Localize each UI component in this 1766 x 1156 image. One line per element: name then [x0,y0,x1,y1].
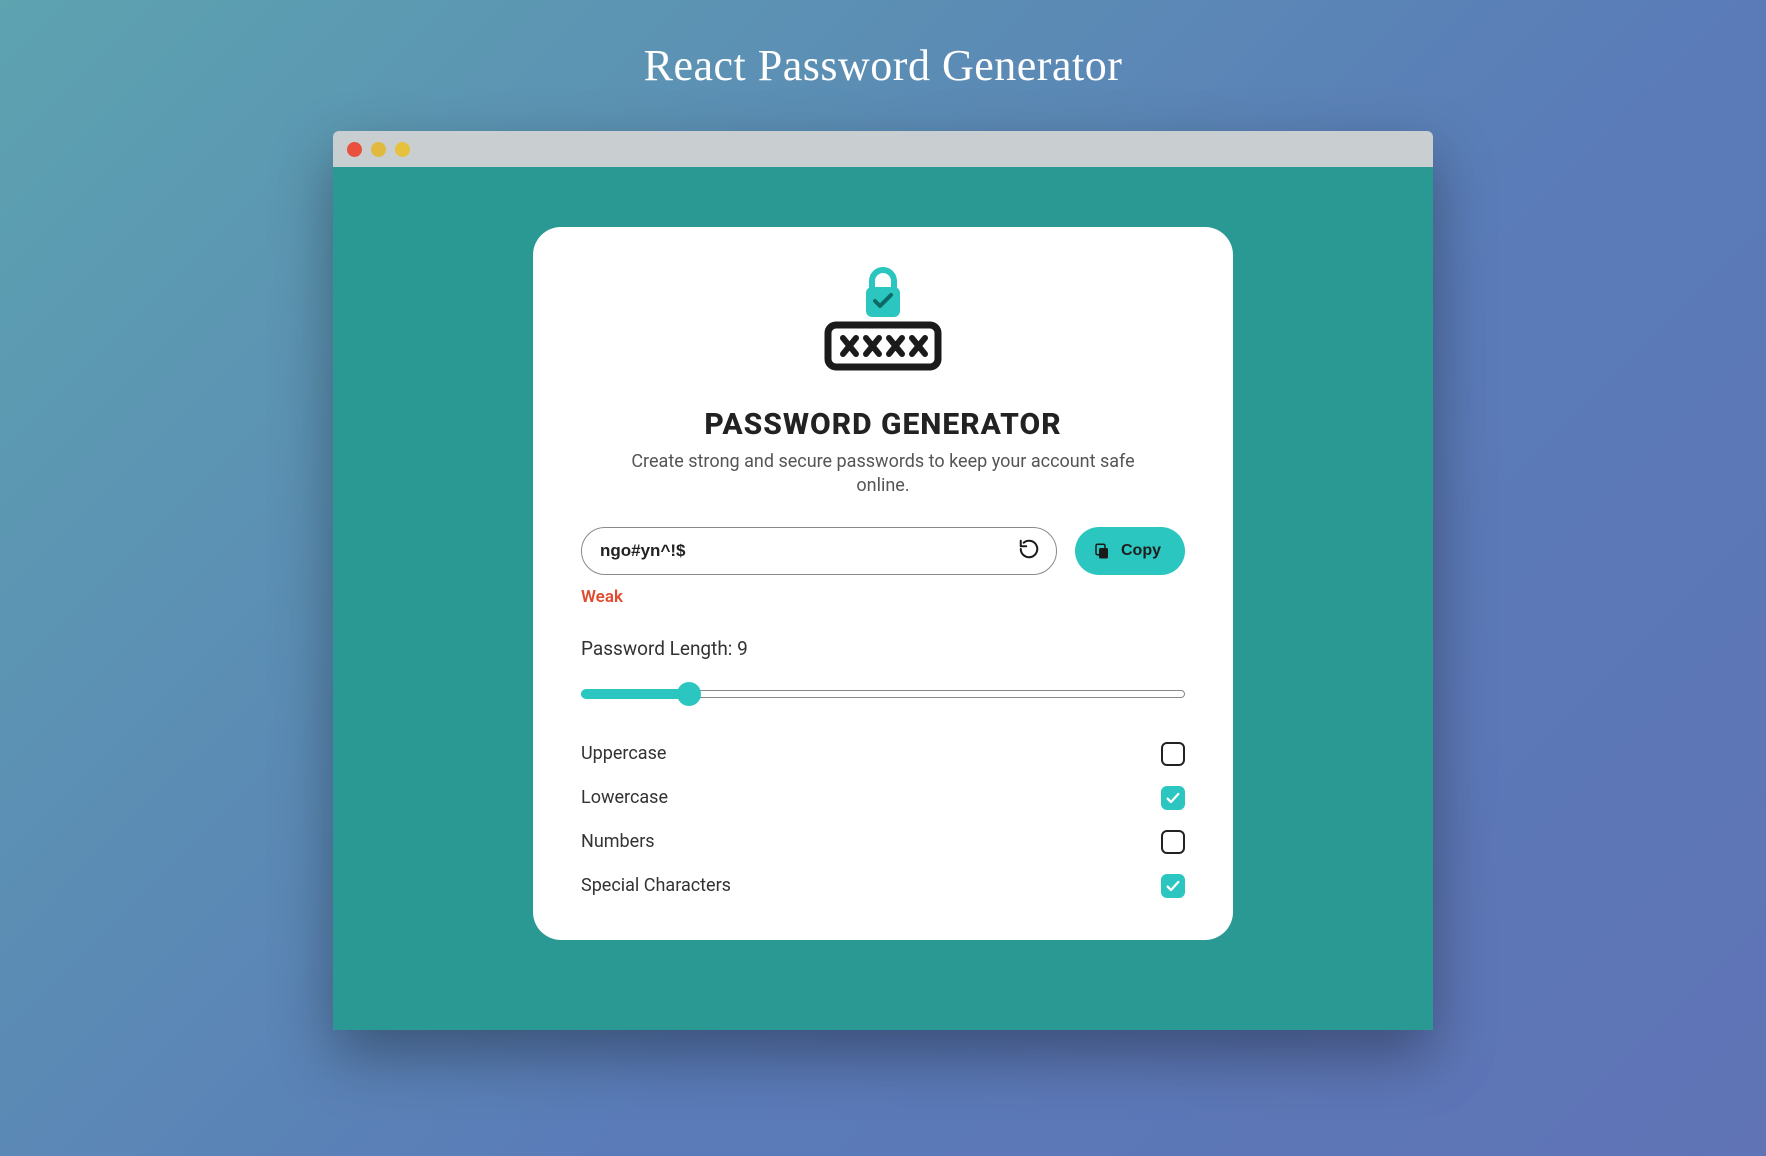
option-label-uppercase: Uppercase [581,743,666,764]
copy-icon [1093,542,1111,560]
checkbox-special[interactable] [1161,874,1185,898]
window-maximize-button[interactable] [395,142,410,157]
card-heading: PASSWORD GENERATOR [704,407,1061,442]
password-lock-icon [808,265,958,389]
length-value: 9 [737,637,748,660]
refresh-icon [1018,538,1040,563]
password-generator-card: PASSWORD GENERATOR Create strong and sec… [533,227,1233,940]
window-close-button[interactable] [347,142,362,157]
copy-button-label: Copy [1121,542,1161,560]
checkbox-numbers[interactable] [1161,830,1185,854]
option-row-special: Special Characters [581,874,1185,898]
strength-indicator: Weak [581,587,623,607]
page-title: React Password Generator [644,40,1123,91]
length-label: Password Length: 9 [581,637,748,660]
password-row: Copy [581,527,1185,575]
option-row-uppercase: Uppercase [581,742,1185,766]
window-title-bar [333,131,1433,167]
option-label-numbers: Numbers [581,831,655,852]
regenerate-button[interactable] [1016,538,1042,564]
option-label-special: Special Characters [581,875,731,896]
app-window: PASSWORD GENERATOR Create strong and sec… [333,131,1433,1030]
slider-thumb[interactable] [677,682,701,706]
checkbox-uppercase[interactable] [1161,742,1185,766]
options-list: Uppercase Lowercase Numbers Special Charact… [581,742,1185,898]
slider-fill [581,689,689,699]
app-body: PASSWORD GENERATOR Create strong and sec… [333,167,1433,1030]
option-row-lowercase: Lowercase [581,786,1185,810]
window-minimize-button[interactable] [371,142,386,157]
card-subtitle: Create strong and secure passwords to ke… [623,450,1143,499]
checkbox-lowercase[interactable] [1161,786,1185,810]
copy-button[interactable]: Copy [1075,527,1185,575]
option-label-lowercase: Lowercase [581,787,668,808]
password-field [581,527,1057,575]
option-row-numbers: Numbers [581,830,1185,854]
password-output[interactable] [600,541,1016,561]
length-slider[interactable] [581,682,1185,706]
